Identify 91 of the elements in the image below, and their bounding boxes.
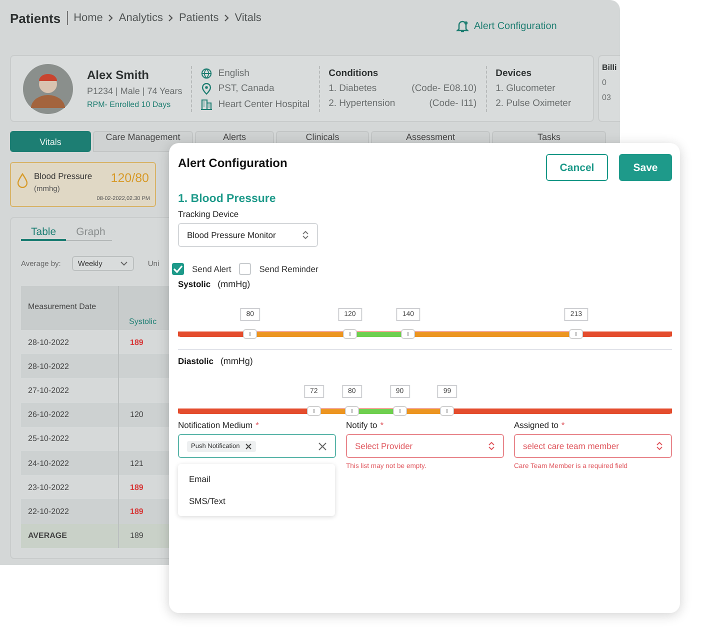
table-cell: 28-10-2022 bbox=[28, 338, 69, 347]
slider-thumb[interactable] bbox=[569, 329, 584, 339]
tab[interactable]: Care Management bbox=[93, 131, 193, 152]
slider-thumb[interactable] bbox=[344, 406, 359, 416]
table-cell: 189 bbox=[130, 531, 144, 540]
patient-name: Alex Smith bbox=[87, 68, 150, 82]
table-cell: 121 bbox=[130, 458, 144, 468]
breadcrumb-link[interactable]: Patients bbox=[178, 12, 219, 24]
info-text: English bbox=[218, 68, 250, 78]
device-select[interactable]: Blood Pressure Monitor bbox=[178, 223, 318, 247]
dialog-title: Alert Configuration bbox=[178, 156, 288, 170]
table-cell: 189 bbox=[130, 338, 144, 347]
checkbox-label: Send Reminder bbox=[259, 264, 318, 274]
field-label: Assigned to bbox=[514, 420, 558, 430]
table-cell: 23-10-2022 bbox=[28, 482, 69, 492]
select-field[interactable]: select care team member bbox=[514, 434, 672, 458]
info-text: Heart Center Hospital bbox=[218, 98, 310, 110]
field-label: Notification Medium bbox=[178, 420, 253, 430]
devices-title: Devices bbox=[496, 68, 533, 79]
chevron-icon bbox=[108, 14, 114, 22]
select-field[interactable]: Select Provider bbox=[346, 434, 504, 458]
device-name: 2. Pulse Oximeter bbox=[496, 98, 572, 109]
page-title: Patients bbox=[10, 10, 61, 26]
slider-unit: (mmHg) bbox=[218, 279, 250, 289]
condition-name: 1. Diabetes bbox=[328, 83, 377, 94]
globe-icon bbox=[201, 68, 212, 78]
chevron-icon bbox=[168, 14, 174, 22]
chevron-icon bbox=[224, 14, 230, 22]
table-cell: 22-10-2022 bbox=[28, 506, 69, 516]
checkbox[interactable] bbox=[172, 263, 184, 275]
field-label: Notify to bbox=[346, 420, 378, 430]
checkbox-label: Send Alert bbox=[192, 264, 232, 274]
clear-icon[interactable] bbox=[318, 442, 327, 450]
table-cell: 28-10-2022 bbox=[28, 362, 69, 371]
breadcrumb-link[interactable]: Vitals bbox=[234, 12, 262, 24]
location-pin-icon bbox=[201, 82, 212, 94]
required-mark: * bbox=[380, 420, 384, 430]
table-cell: AVERAGE bbox=[28, 531, 67, 540]
cancel-button[interactable]: Cancel bbox=[546, 154, 608, 181]
up-down-caret-icon bbox=[488, 441, 495, 451]
slider-thumb[interactable] bbox=[342, 329, 357, 339]
table-cell: 26-10-2022 bbox=[28, 410, 69, 420]
slider-thumb[interactable] bbox=[243, 329, 258, 339]
patient-details: P1234 | Male | 74 Years bbox=[87, 86, 182, 96]
table-cell: 25-10-2022 bbox=[28, 434, 69, 444]
slider-title: Systolic bbox=[178, 279, 211, 289]
condition-code: (Code- I11) bbox=[429, 98, 477, 109]
conditions-title: Conditions bbox=[328, 68, 380, 79]
section-title: 1. Blood Pressure bbox=[178, 193, 277, 205]
table-cell: 27-10-2022 bbox=[28, 386, 69, 395]
slider-thumb[interactable] bbox=[440, 406, 454, 416]
menu-item[interactable]: Email bbox=[178, 468, 335, 490]
view-tab[interactable]: Table bbox=[21, 226, 66, 241]
enrollment-text: RPM- Enrolled 10 Days bbox=[87, 100, 172, 109]
up-down-caret-icon bbox=[656, 441, 663, 451]
breadcrumb-link[interactable]: Home bbox=[74, 12, 103, 24]
billing-value: 03 bbox=[602, 93, 612, 102]
table-cell: 120 bbox=[130, 410, 144, 420]
slider-thumb[interactable] bbox=[401, 329, 416, 339]
billing-title: Billi bbox=[602, 63, 618, 72]
condition-name: 2. Hypertension bbox=[328, 98, 396, 109]
field-label: Tracking Device bbox=[178, 209, 240, 219]
slider-unit: (mmHg) bbox=[220, 356, 253, 366]
column-header: Measurement Date bbox=[27, 301, 98, 313]
table-cell: 24-10-2022 bbox=[28, 458, 69, 468]
condition-code: (Code- E08.10) bbox=[412, 83, 477, 94]
table-cell: 189 bbox=[130, 482, 144, 492]
vital-name: Blood Pressure bbox=[34, 171, 92, 181]
remove-icon[interactable] bbox=[244, 442, 252, 450]
menu-item[interactable]: SMS/Text bbox=[178, 490, 335, 512]
slider-thumb[interactable] bbox=[392, 406, 407, 416]
building-icon bbox=[201, 98, 212, 110]
billing-value: 0 bbox=[602, 78, 608, 87]
required-mark: * bbox=[561, 420, 565, 430]
info-text: PST, Canada bbox=[218, 83, 274, 94]
breadcrumb-link[interactable]: Analytics bbox=[118, 12, 163, 24]
column-header: Systolic bbox=[129, 317, 157, 326]
device-name: 1. Glucometer bbox=[496, 83, 556, 94]
required-mark: * bbox=[256, 420, 259, 430]
caret-icon bbox=[120, 261, 128, 266]
avatar-icon bbox=[23, 64, 73, 114]
slider-title: Diastolic bbox=[178, 356, 214, 366]
table-cell: 189 bbox=[130, 506, 144, 516]
checkbox[interactable] bbox=[239, 263, 252, 275]
alert-configuration-link[interactable]: Alert Configuration bbox=[456, 19, 557, 33]
slider-thumb[interactable] bbox=[306, 406, 321, 416]
tab[interactable]: Vitals bbox=[10, 131, 91, 152]
up-down-caret-icon bbox=[302, 230, 309, 240]
save-button[interactable]: Save bbox=[619, 154, 672, 181]
drop-icon bbox=[17, 173, 28, 188]
bell-icon bbox=[456, 19, 469, 33]
